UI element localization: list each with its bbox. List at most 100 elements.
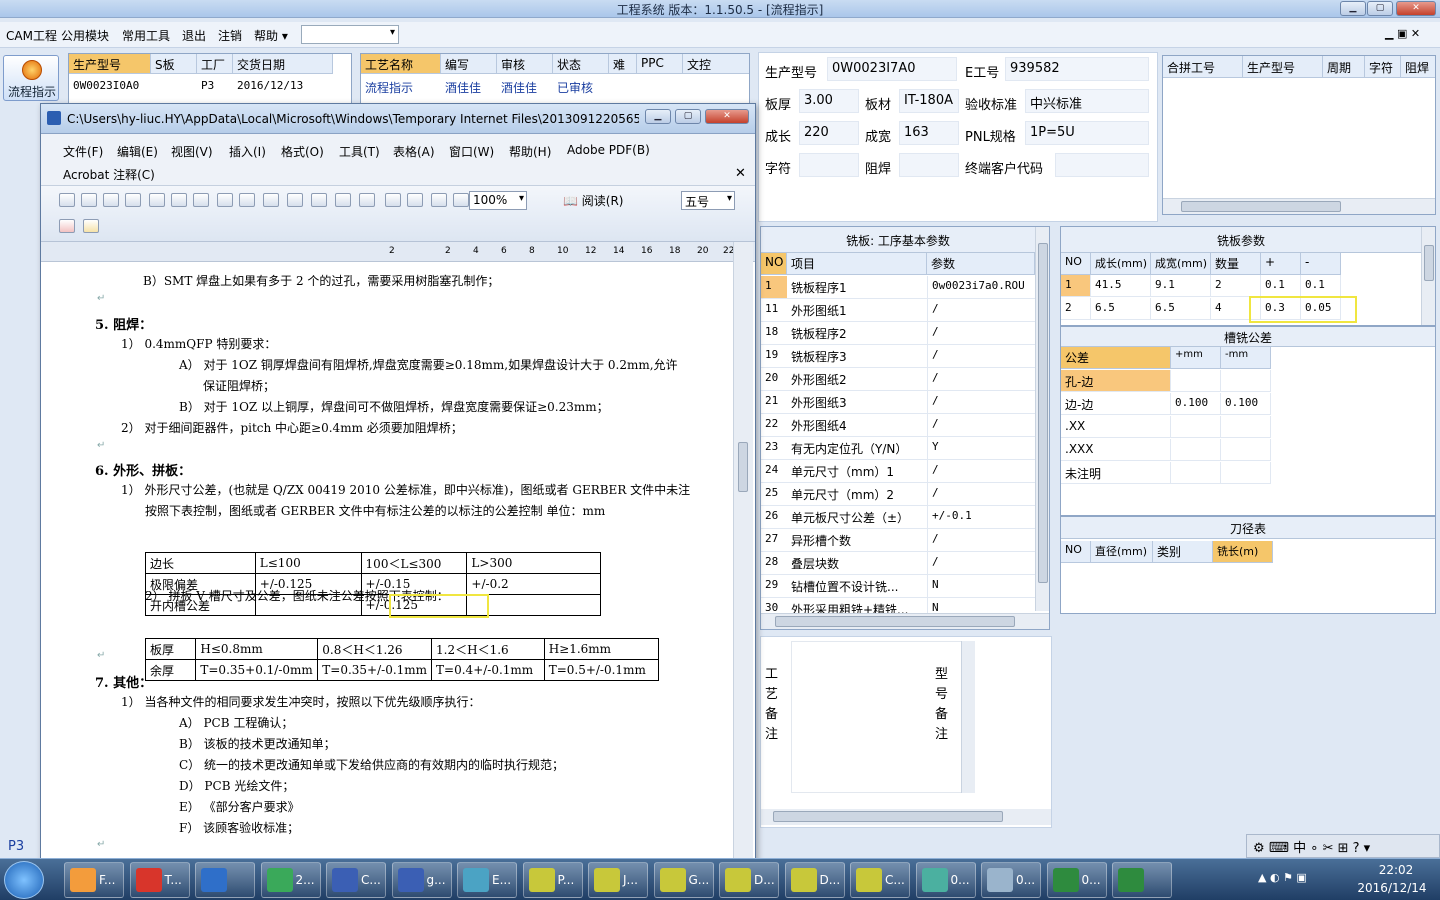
params-col-no[interactable]: NO bbox=[761, 253, 787, 275]
slot-cell[interactable] bbox=[1171, 416, 1221, 438]
params-cell-no[interactable]: 11 bbox=[761, 299, 787, 321]
mill-cell[interactable]: 0.1 bbox=[1301, 275, 1341, 297]
menu-public-modules[interactable]: 公用模块 bbox=[61, 27, 109, 44]
taskbar-app[interactable]: D... bbox=[719, 862, 779, 898]
process-notes-vscroll[interactable] bbox=[961, 641, 975, 793]
menu-help[interactable]: 帮助 ▾ bbox=[254, 27, 288, 44]
params-cell-item[interactable]: 单元板尺寸公差（±） bbox=[787, 506, 927, 528]
params-cell-value[interactable]: 0w0023i7a0.ROU bbox=[927, 276, 1035, 298]
word-menu-format[interactable]: 格式(O) bbox=[281, 143, 324, 160]
slot-cell[interactable]: 孔-边 bbox=[1061, 370, 1171, 392]
field-pnl[interactable]: 1P=5U bbox=[1025, 121, 1149, 145]
params-row[interactable]: 28 叠层块数 / bbox=[761, 552, 1035, 575]
ime-indicator[interactable]: 中 bbox=[1293, 841, 1306, 856]
params-cell-no[interactable]: 26 bbox=[761, 506, 787, 528]
field-eid[interactable]: 939582 bbox=[1005, 57, 1149, 81]
close-button[interactable]: ✕ bbox=[1396, 1, 1436, 16]
knife-col-len[interactable]: 铣长(m) bbox=[1213, 541, 1273, 563]
mill-vscroll[interactable] bbox=[1421, 227, 1435, 325]
params-row[interactable]: 29 钻槽位置不设计铣... N bbox=[761, 575, 1035, 598]
cell-model[interactable]: 0W0023I0A0 bbox=[69, 76, 143, 98]
minimize-button[interactable]: ▁ bbox=[1340, 1, 1366, 16]
word-menu-acrobat[interactable]: Acrobat 注释(C) bbox=[63, 166, 155, 183]
params-cell-value[interactable]: / bbox=[927, 460, 1035, 482]
params-cell-value[interactable]: / bbox=[927, 529, 1035, 551]
params-row[interactable]: 18 铣板程序2/ bbox=[761, 322, 1035, 345]
toolbar-icon[interactable] bbox=[453, 193, 469, 207]
params-cell-no[interactable]: 19 bbox=[761, 345, 787, 367]
params-row[interactable]: 11 外形图纸1/ bbox=[761, 299, 1035, 322]
col-ppc[interactable]: PPC bbox=[637, 54, 683, 74]
mill-col-qty[interactable]: 数量 bbox=[1211, 253, 1261, 275]
col-merge-model[interactable]: 生产型号 bbox=[1243, 56, 1323, 78]
mill-col-no[interactable]: NO bbox=[1061, 253, 1091, 275]
toolbar-icon[interactable] bbox=[431, 193, 447, 207]
params-cell-value[interactable]: / bbox=[927, 299, 1035, 321]
taskbar-app[interactable]: 0... bbox=[1046, 862, 1107, 898]
params-cell-item[interactable]: 铣板程序3 bbox=[787, 345, 927, 367]
col-reviewer[interactable]: 审核 bbox=[497, 54, 553, 74]
taskbar-app[interactable]: C... bbox=[326, 862, 386, 898]
word-menu-file[interactable]: 文件(F) bbox=[63, 143, 103, 160]
params-cell-value[interactable]: Y bbox=[927, 437, 1035, 459]
params-cell-value[interactable]: / bbox=[927, 391, 1035, 413]
params-cell-value[interactable]: / bbox=[927, 322, 1035, 344]
cell-date[interactable]: 2016/12/13 bbox=[233, 76, 307, 98]
params-row[interactable]: 20 外形图纸2/ bbox=[761, 368, 1035, 391]
toolbar-icon[interactable] bbox=[193, 193, 209, 207]
col-process[interactable]: 工艺名称 bbox=[361, 54, 441, 74]
params-cell-value[interactable]: / bbox=[927, 552, 1035, 574]
slot-cell[interactable] bbox=[1221, 370, 1271, 392]
merge-hscroll-thumb[interactable] bbox=[1181, 201, 1341, 212]
taskbar-app[interactable]: C... bbox=[850, 862, 910, 898]
params-cell-value[interactable]: +/-0.1 bbox=[927, 506, 1035, 528]
params-cell-no[interactable]: 1 bbox=[761, 276, 787, 298]
pdf-comment-icon[interactable] bbox=[83, 219, 99, 233]
pdf-icon[interactable] bbox=[59, 219, 75, 233]
toolbar-icon[interactable] bbox=[217, 193, 233, 207]
taskbar-app[interactable]: T... bbox=[129, 862, 190, 898]
params-row[interactable]: 22 外形图纸4/ bbox=[761, 414, 1035, 437]
params-cell-item[interactable]: 外形图纸2 bbox=[787, 368, 927, 390]
merge-hscroll[interactable] bbox=[1163, 198, 1435, 214]
slot-cell[interactable] bbox=[1221, 439, 1271, 461]
params-cell-no[interactable]: 23 bbox=[761, 437, 787, 459]
col-difficulty[interactable]: 难 bbox=[609, 54, 637, 74]
mill-cell[interactable]: 9.1 bbox=[1151, 275, 1211, 297]
toolbar-icon[interactable] bbox=[149, 193, 165, 207]
document-page[interactable]: B）SMT 焊盘上如果有多于 2 个的过孔，需要采用树脂塞孔制作； 5. 阻焊： 1… bbox=[49, 262, 735, 862]
toolbar-icon[interactable] bbox=[335, 193, 351, 207]
params-cell-item[interactable]: 有无内定位孔（Y/N） bbox=[787, 437, 927, 459]
mill-cell[interactable]: 0.1 bbox=[1261, 275, 1301, 297]
col-doc[interactable]: 文控 bbox=[683, 54, 749, 74]
taskbar-app[interactable]: g... bbox=[391, 862, 452, 898]
col-merge-cycle[interactable]: 周期 bbox=[1323, 56, 1365, 78]
ime-toolbar[interactable]: ⚙ ⌨ 中 ∘ ✂ ⊞ ? ▾ bbox=[1246, 834, 1440, 858]
toolbar-icon[interactable] bbox=[263, 193, 279, 207]
params-row[interactable]: 26 单元板尺寸公差（±） +/-0.1 bbox=[761, 506, 1035, 529]
slot-cell[interactable]: 0.100 bbox=[1221, 393, 1271, 415]
mdi-controls[interactable]: ▁ ▣ ✕ bbox=[1385, 27, 1420, 40]
word-menu-table[interactable]: 表格(A) bbox=[393, 143, 435, 160]
taskbar-app[interactable]: 0... bbox=[915, 862, 976, 898]
menu-cam[interactable]: CAM工程 bbox=[6, 27, 57, 44]
params-cell-no[interactable]: 20 bbox=[761, 368, 787, 390]
field-model[interactable]: 0W0023I7A0 bbox=[827, 57, 957, 81]
toolbar-icon[interactable] bbox=[81, 193, 97, 207]
menu-exit[interactable]: 退出 bbox=[182, 27, 206, 44]
slot-cell[interactable]: 未注明 bbox=[1061, 462, 1171, 484]
mill-cell[interactable]: 6.5 bbox=[1151, 298, 1211, 320]
slot-cell[interactable] bbox=[1171, 370, 1221, 392]
mill-cell[interactable]: 41.5 bbox=[1091, 275, 1151, 297]
flow-button[interactable]: 流程指示 bbox=[3, 55, 59, 101]
params-cell-item[interactable]: 钻槽位置不设计铣... bbox=[787, 575, 927, 597]
toolbar-icon[interactable] bbox=[311, 193, 327, 207]
toolbar-icon[interactable] bbox=[103, 193, 119, 207]
field-thickness[interactable]: 3.00 bbox=[799, 89, 859, 113]
menu-tools[interactable]: 常用工具 bbox=[122, 27, 170, 44]
params-row[interactable]: 25 单元尺寸（mm）2/ bbox=[761, 483, 1035, 506]
slot-cell[interactable] bbox=[1171, 462, 1221, 484]
field-customer-code[interactable] bbox=[1055, 153, 1149, 177]
knife-col-type[interactable]: 类别 bbox=[1153, 541, 1213, 563]
params-cell-no[interactable]: 18 bbox=[761, 322, 787, 344]
